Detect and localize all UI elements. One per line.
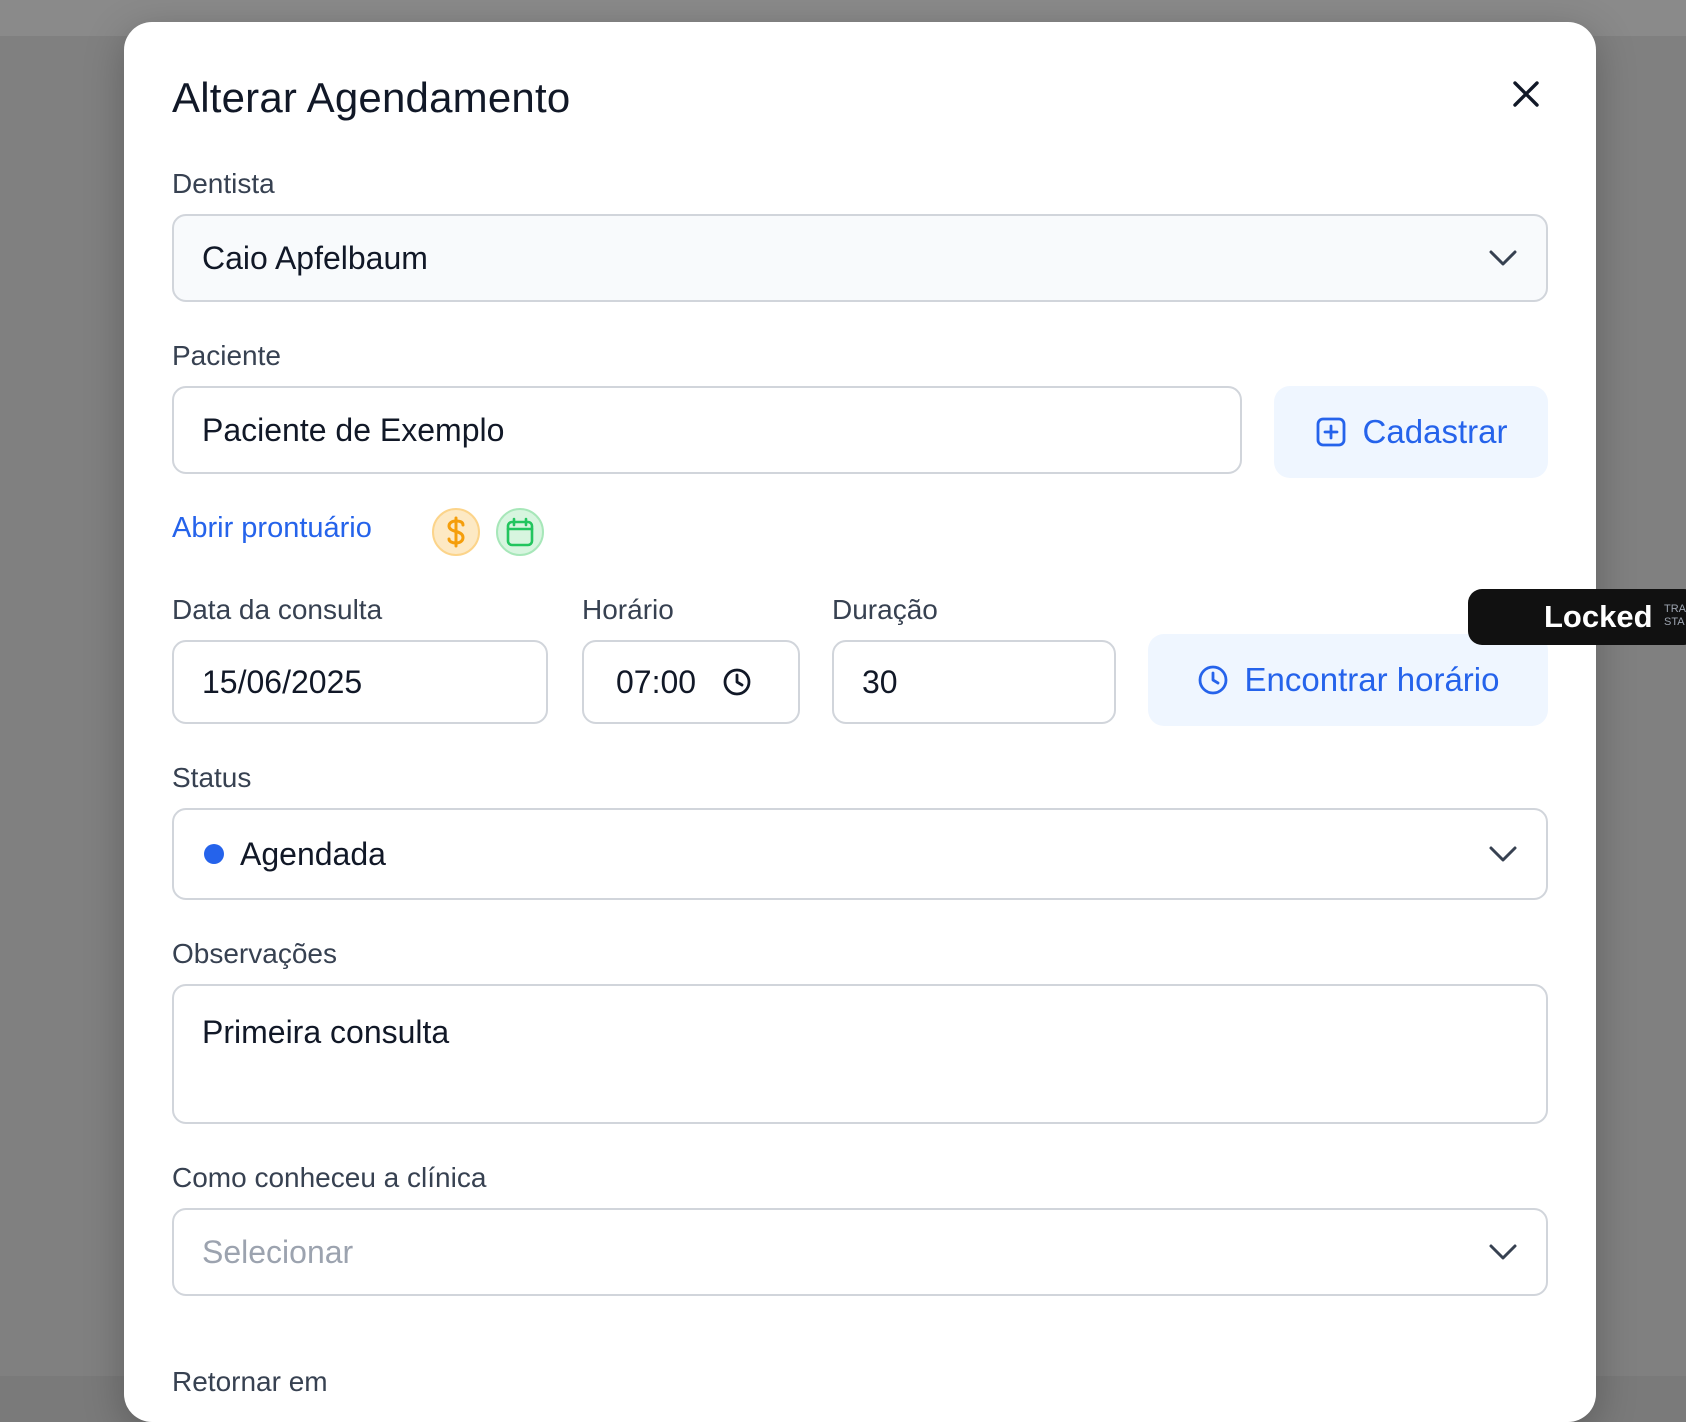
cadastrar-label: Cadastrar (1362, 413, 1508, 450)
data-consulta-input[interactable]: 15/06/2025 (172, 640, 548, 724)
edit-appointment-modal: Alterar Agendamento Dentista Caio Apfelb… (124, 22, 1596, 1422)
horario-input[interactable]: 07:00 (582, 640, 800, 724)
clock-icon[interactable] (722, 667, 752, 697)
clock-icon (1198, 665, 1227, 695)
locked-label: Locked (1544, 599, 1653, 634)
duracao-value: 30 (862, 663, 898, 700)
agenda-button[interactable] (496, 508, 544, 556)
paciente-label: Paciente (172, 340, 281, 371)
encontrar-horario-label: Encontrar horário (1244, 661, 1500, 698)
observacoes-label: Observações (172, 938, 337, 969)
como-conheceu-label: Como conheceu a clínica (172, 1162, 487, 1193)
como-conheceu-placeholder: Selecionar (202, 1233, 354, 1270)
dentista-value: Caio Apfelbaum (202, 239, 428, 276)
chevron-down-icon (1489, 250, 1517, 266)
status-select[interactable]: Agendada (172, 808, 1548, 900)
dentista-select[interactable]: Caio Apfelbaum (172, 214, 1548, 302)
dollar-icon (447, 516, 465, 548)
financeiro-button[interactable] (432, 508, 480, 556)
locked-subtext-line1: TRA (1664, 603, 1686, 615)
encontrar-horario-button[interactable]: Encontrar horário (1148, 634, 1548, 726)
status-value: Agendada (240, 835, 386, 872)
como-conheceu-select[interactable]: Selecionar (172, 1208, 1548, 1296)
observacoes-textarea[interactable]: Primeira consulta (172, 984, 1548, 1124)
plus-square-icon (1316, 417, 1345, 447)
dentista-label: Dentista (172, 168, 275, 199)
horario-value: 07:00 (616, 663, 697, 700)
locked-subtext-line2: STA (1664, 616, 1685, 628)
close-icon (1513, 81, 1539, 107)
chevron-down-icon (1489, 1244, 1517, 1260)
modal-title: Alterar Agendamento (172, 74, 571, 121)
abrir-prontuario-link[interactable]: Abrir prontuário (172, 512, 372, 545)
locked-badge: Locked TRA STA (1468, 589, 1686, 645)
paciente-input[interactable]: Paciente de Exemplo (172, 386, 1242, 474)
paciente-value: Paciente de Exemplo (202, 411, 505, 448)
close-button[interactable] (1504, 72, 1548, 116)
locked-subtext: TRA STA (1664, 603, 1686, 629)
duracao-input[interactable]: 30 (832, 640, 1116, 724)
data-consulta-value: 15/06/2025 (202, 663, 363, 700)
horario-label: Horário (582, 594, 674, 625)
status-label: Status (172, 762, 252, 793)
chevron-down-icon (1489, 846, 1517, 862)
status-dot (204, 844, 224, 864)
observacoes-value: Primeira consulta (202, 1014, 450, 1050)
calendar-icon (506, 517, 534, 547)
cadastrar-button[interactable]: Cadastrar (1274, 386, 1548, 478)
duracao-label: Duração (832, 594, 938, 625)
data-consulta-label: Data da consulta (172, 594, 383, 625)
retornar-em-label: Retornar em (172, 1366, 328, 1397)
